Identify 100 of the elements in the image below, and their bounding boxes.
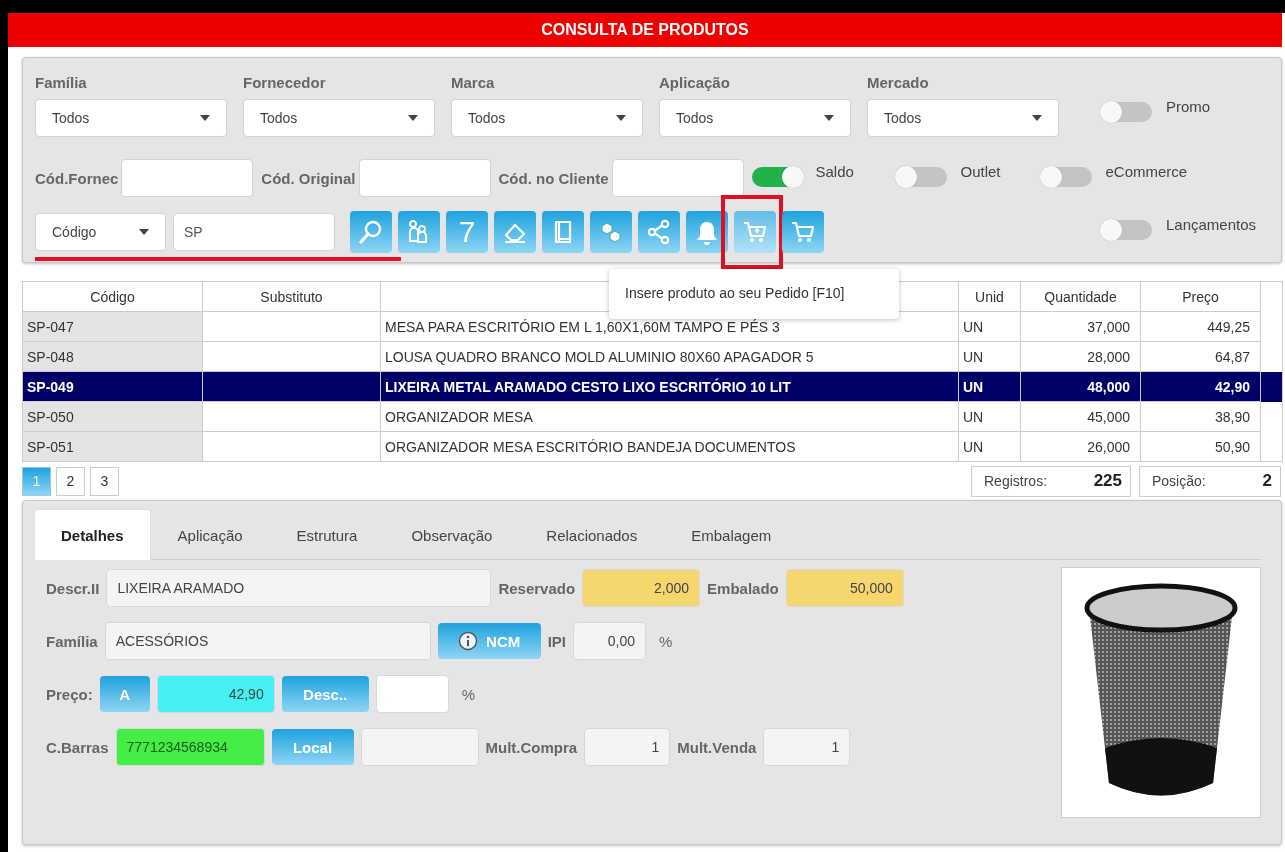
share-icon xyxy=(646,219,672,245)
toolbar-button[interactable] xyxy=(398,211,440,253)
toggle-label: Saldo xyxy=(815,163,854,180)
search-icon xyxy=(358,219,384,245)
table-row[interactable]: SP-051 ORGANIZADOR MESA ESCRITÓRIO BANDEJA DOCUMENTOS UN 26,000 50,90 xyxy=(22,431,1283,462)
number-field[interactable]: 42,90 xyxy=(156,675,275,713)
caret-icon xyxy=(824,115,834,121)
table-cell: 42,90 xyxy=(1214,378,1250,395)
records-label: Registros: xyxy=(984,473,1048,489)
code-label: Cód. Original xyxy=(261,169,356,187)
page-button[interactable]: 2 xyxy=(56,466,85,496)
cart-plus-icon xyxy=(742,219,768,245)
toggle-switch[interactable] xyxy=(1102,219,1152,240)
toolbar-button[interactable] xyxy=(350,211,392,253)
table-row[interactable]: SP-049 LIXEIRA METAL ARAMADO CESTO LIXO ESCRITÓRIO 10 LIT UN 48,000 42,90 xyxy=(22,371,1283,402)
number-field[interactable]: 0,00 xyxy=(573,622,647,660)
position-label: Posição: xyxy=(1152,473,1206,489)
toggle-switch[interactable] xyxy=(1041,167,1092,187)
table-row[interactable]: SP-047 MESA PARA ESCRITÓRIO EM L 1,60X1,60M TAMPO E PÉS 3 UN 37,000 449,25 xyxy=(22,311,1283,342)
filter-label: Marca xyxy=(451,74,496,91)
toolbar-button[interactable] xyxy=(542,211,584,253)
code-input-field[interactable] xyxy=(611,159,744,197)
table-row[interactable]: SP-050 ORGANIZADOR MESA UN 45,000 38,90 xyxy=(22,401,1283,432)
table-cell: 38,90 xyxy=(1214,408,1250,425)
table-cell: LOUSA QUADRO BRANCO MOLD ALUMINIO 80X60 APAGADOR 5 xyxy=(385,348,814,365)
tooltip: Insere produto ao seu Pedido [F10] xyxy=(609,269,899,319)
toggle-label: Lançamentos xyxy=(1166,215,1257,233)
text-field[interactable]: 7771234568934 xyxy=(115,728,265,766)
code-input-field[interactable] xyxy=(121,159,254,197)
column-header[interactable]: Substituto xyxy=(202,281,381,312)
field-label: Descr.II xyxy=(46,579,100,597)
field-label: Mult.Compra xyxy=(485,738,578,756)
toolbar-button[interactable] xyxy=(590,211,632,253)
code-input-field[interactable] xyxy=(358,159,491,197)
search-field-dropdown[interactable]: Código xyxy=(35,213,166,251)
table-cell: LIXEIRA METAL ARAMADO CESTO LIXO ESCRITÓRIO 10 LIT xyxy=(385,378,791,395)
tab[interactable]: Embalagem xyxy=(664,509,799,560)
table-cell: SP-048 xyxy=(27,348,74,365)
table-cell: 449,25 xyxy=(1207,318,1250,335)
column-header[interactable]: Preço xyxy=(1140,281,1261,312)
table-cell: 48,000 xyxy=(1087,378,1130,395)
number-field[interactable]: 2,000 xyxy=(582,569,701,607)
field-label: IPI xyxy=(547,632,567,650)
table-cell: ORGANIZADOR MESA xyxy=(385,408,533,425)
filter-label: Mercado xyxy=(867,74,930,91)
filter-dropdown[interactable]: Todos xyxy=(867,99,1059,137)
unit-label: % xyxy=(461,685,476,703)
toggle-label: eCommerce xyxy=(1105,163,1188,180)
toggle-switch[interactable] xyxy=(896,167,947,187)
field-label: Reservado xyxy=(498,579,576,597)
column-header[interactable]: Quantidade xyxy=(1020,281,1141,312)
table-cell: SP-047 xyxy=(27,318,74,335)
filter-dropdown[interactable]: Todos xyxy=(659,99,851,137)
table-cell: UN xyxy=(963,318,984,335)
number-field[interactable]: 1 xyxy=(584,728,671,766)
filter-dropdown[interactable]: Todos xyxy=(243,99,435,137)
text-field[interactable] xyxy=(360,728,479,766)
field-label: Preço: xyxy=(46,685,93,703)
text-field[interactable]: ACESSÓRIOS xyxy=(104,622,431,660)
field-label: Embalado xyxy=(707,579,779,597)
toolbar-button[interactable] xyxy=(686,211,728,253)
tab[interactable]: Detalhes xyxy=(34,509,151,560)
toolbar-button[interactable] xyxy=(494,211,536,253)
number-field[interactable] xyxy=(375,675,449,713)
toolbar-button[interactable] xyxy=(734,211,776,253)
search-input-field[interactable]: SP xyxy=(173,213,335,251)
unit-label: % xyxy=(659,632,673,650)
tab[interactable]: Observação xyxy=(384,509,520,560)
number-field[interactable]: 1 xyxy=(763,728,851,766)
tab[interactable]: Aplicação xyxy=(150,509,270,560)
caret-icon xyxy=(139,229,149,235)
code-label: Cód. no Cliente xyxy=(498,169,609,187)
tab[interactable]: Estrutura xyxy=(269,509,385,560)
table-cell: MESA PARA ESCRITÓRIO EM L 1,60X1,60M TAMPO E PÉS 3 xyxy=(385,318,780,335)
field-label: Mult.Venda xyxy=(677,738,757,756)
table-cell: 64,87 xyxy=(1214,348,1250,365)
toolbar-button[interactable] xyxy=(782,211,824,253)
table-cell: SP-050 xyxy=(27,408,74,425)
filter-label: Aplicação xyxy=(659,74,731,91)
table-cell: UN xyxy=(963,378,984,395)
toggle-switch[interactable] xyxy=(751,167,802,187)
tab[interactable]: Relacionados xyxy=(519,509,665,560)
position-value: 2 xyxy=(1262,471,1272,491)
field-label: C.Barras xyxy=(46,738,109,756)
caret-icon xyxy=(200,115,210,121)
code-label: Cód.Fornec xyxy=(35,169,119,187)
table-cell: SP-051 xyxy=(27,438,74,455)
table-cell: UN xyxy=(963,408,984,425)
toggle-switch[interactable] xyxy=(1102,102,1152,122)
filter-label: Família xyxy=(35,74,88,91)
number-field[interactable]: 50,000 xyxy=(785,569,904,607)
filter-dropdown[interactable]: Todos xyxy=(35,99,227,137)
toolbar-button[interactable] xyxy=(638,211,680,253)
table-cell: 45,000 xyxy=(1087,408,1130,425)
page-button[interactable]: 3 xyxy=(90,466,119,496)
filter-dropdown[interactable]: Todos xyxy=(451,99,643,137)
column-header[interactable]: Unid xyxy=(958,281,1021,312)
table-cell: 26,000 xyxy=(1087,438,1130,455)
table-cell: SP-049 xyxy=(27,378,74,395)
text-field[interactable]: LIXEIRA ARAMADO xyxy=(106,569,492,607)
